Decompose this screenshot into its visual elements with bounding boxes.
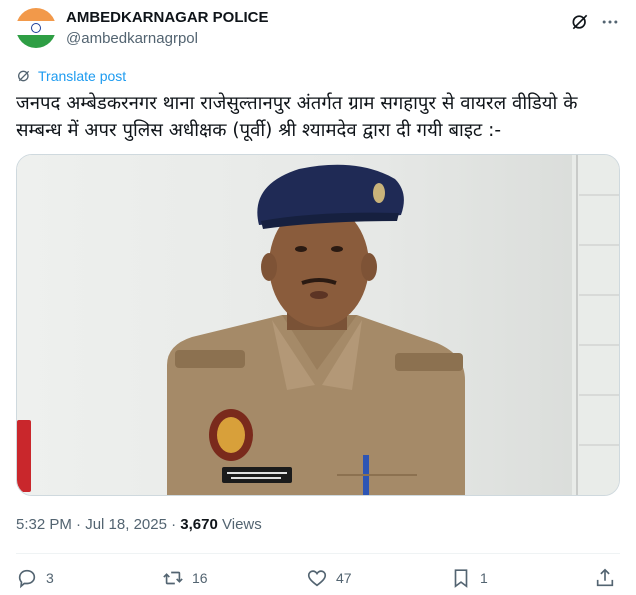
bookmark-count: 1 bbox=[480, 570, 488, 586]
repost-count: 16 bbox=[192, 570, 208, 586]
like-count: 47 bbox=[336, 570, 352, 586]
post-date[interactable]: Jul 18, 2025 bbox=[85, 516, 167, 533]
account-name[interactable]: AMBEDKARNAGAR POLICE bbox=[66, 9, 269, 26]
video-thumbnail[interactable] bbox=[16, 154, 620, 496]
reply-count: 3 bbox=[46, 570, 54, 586]
reply-button[interactable]: 3 bbox=[16, 567, 54, 589]
divider bbox=[16, 553, 620, 554]
translate-label: Translate post bbox=[38, 68, 127, 84]
bookmark-button[interactable]: 1 bbox=[450, 567, 488, 589]
repost-button[interactable]: 16 bbox=[162, 567, 208, 589]
post-text: जनपद अम्बेडकरनगर थाना राजेसुल्तानपुर अंत… bbox=[16, 93, 578, 141]
views-label: Views bbox=[222, 516, 262, 533]
reply-icon bbox=[18, 569, 36, 589]
translate-icon bbox=[18, 70, 30, 82]
meta-separator: · bbox=[76, 516, 86, 533]
meta-separator: · bbox=[171, 516, 181, 533]
more-options-icon[interactable] bbox=[600, 12, 620, 32]
repost-icon bbox=[163, 571, 183, 585]
avatar[interactable] bbox=[16, 8, 56, 48]
heart-icon bbox=[307, 570, 327, 587]
post-meta: 5:32 PM · Jul 18, 2025 · 3,670 Views bbox=[16, 516, 262, 533]
account-handle[interactable]: @ambedkarnagrpol bbox=[66, 30, 198, 47]
video-frame bbox=[17, 155, 619, 495]
translate-post-link[interactable]: Translate post bbox=[16, 68, 126, 84]
bookmark-icon bbox=[454, 569, 468, 588]
post-time[interactable]: 5:32 PM bbox=[16, 516, 72, 533]
grok-icon[interactable] bbox=[570, 12, 590, 32]
action-bar: 3 16 47 1 bbox=[16, 567, 620, 593]
like-button[interactable]: 47 bbox=[306, 567, 352, 589]
share-button[interactable] bbox=[594, 567, 616, 589]
views-count: 3,670 bbox=[180, 516, 218, 533]
post-header: AMBEDKARNAGAR POLICE @ambedkarnagrpol bbox=[16, 8, 620, 52]
chakra-icon bbox=[31, 23, 41, 33]
share-icon bbox=[596, 568, 614, 587]
